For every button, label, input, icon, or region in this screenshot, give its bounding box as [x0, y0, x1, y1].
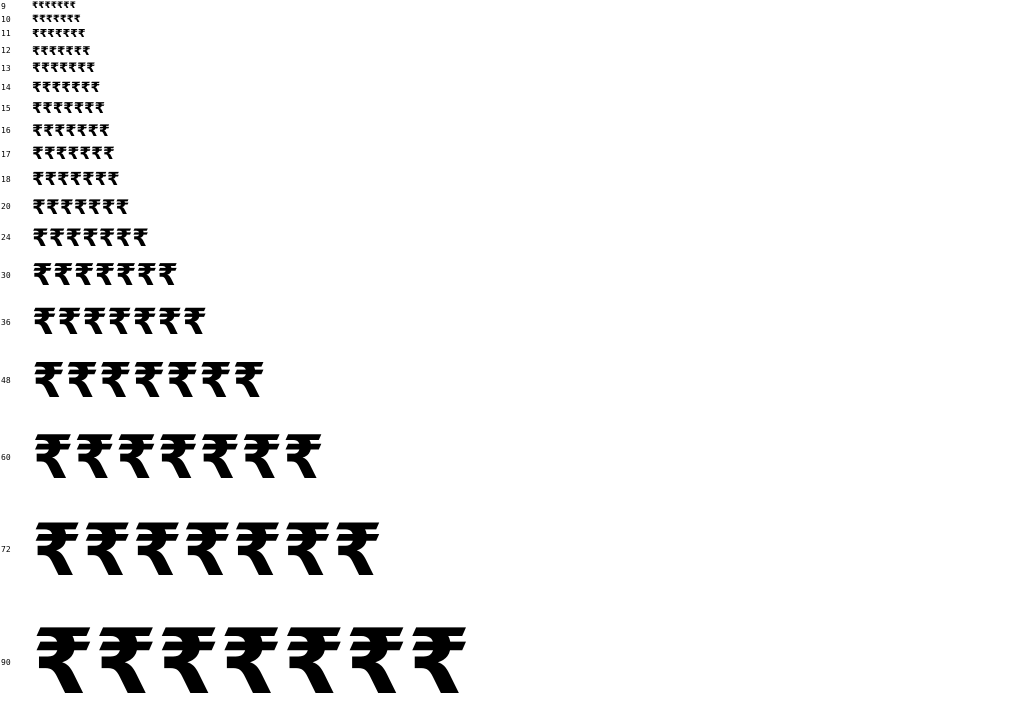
- size-label: 10: [1, 15, 11, 24]
- rupee-glyph-sample: ₹₹₹₹₹₹₹: [32, 1, 76, 11]
- size-label: 30: [1, 271, 11, 280]
- size-label: 12: [1, 46, 11, 55]
- rupee-glyph-sample: ₹₹₹₹₹₹₹: [32, 302, 208, 343]
- rupee-glyph-sample: ₹₹₹₹₹₹₹: [32, 27, 86, 40]
- rupee-glyph-sample: ₹₹₹₹₹₹₹: [32, 195, 130, 219]
- size-label: 11: [1, 29, 11, 38]
- size-label: 9: [1, 2, 6, 11]
- size-label: 13: [1, 64, 11, 73]
- rupee-glyph-sample: ₹₹₹₹₹₹₹: [32, 121, 110, 140]
- rupee-glyph-sample: ₹₹₹₹₹₹₹: [32, 99, 106, 117]
- rupee-glyph-sample: ₹₹₹₹₹₹₹: [32, 144, 115, 164]
- size-label: 24: [1, 233, 11, 242]
- rupee-glyph-sample: ₹₹₹₹₹₹₹: [32, 44, 91, 58]
- rupee-glyph-sample: ₹₹₹₹₹₹₹: [32, 80, 101, 96]
- rupee-glyph-sample: ₹₹₹₹₹₹₹: [32, 14, 81, 25]
- rupee-glyph-sample: ₹₹₹₹₹₹₹: [32, 610, 471, 715]
- size-label: 17: [1, 150, 11, 159]
- rupee-glyph-sample: ₹₹₹₹₹₹₹: [32, 258, 179, 293]
- size-label: 15: [1, 104, 11, 113]
- rupee-glyph-sample: ₹₹₹₹₹₹₹: [32, 423, 325, 493]
- size-label: 48: [1, 376, 11, 385]
- size-label: 36: [1, 318, 11, 327]
- size-label: 90: [1, 658, 11, 667]
- size-label: 60: [1, 453, 11, 462]
- rupee-glyph-sample: ₹₹₹₹₹₹₹: [32, 61, 96, 76]
- rupee-glyph-sample: ₹₹₹₹₹₹₹: [32, 224, 149, 252]
- rupee-glyph-sample: ₹₹₹₹₹₹₹: [32, 508, 383, 592]
- size-label: 20: [1, 202, 11, 211]
- size-label: 16: [1, 126, 11, 135]
- size-label: 14: [1, 83, 11, 92]
- size-label: 72: [1, 545, 11, 554]
- rupee-glyph-sample: ₹₹₹₹₹₹₹: [32, 353, 266, 409]
- font-size-waterfall: 9 ₹₹₹₹₹₹₹ 10 ₹₹₹₹₹₹₹ 11 ₹₹₹₹₹₹₹ 12 ₹₹₹₹₹…: [0, 0, 1024, 727]
- size-label: 18: [1, 175, 11, 184]
- rupee-glyph-sample: ₹₹₹₹₹₹₹: [32, 169, 120, 190]
